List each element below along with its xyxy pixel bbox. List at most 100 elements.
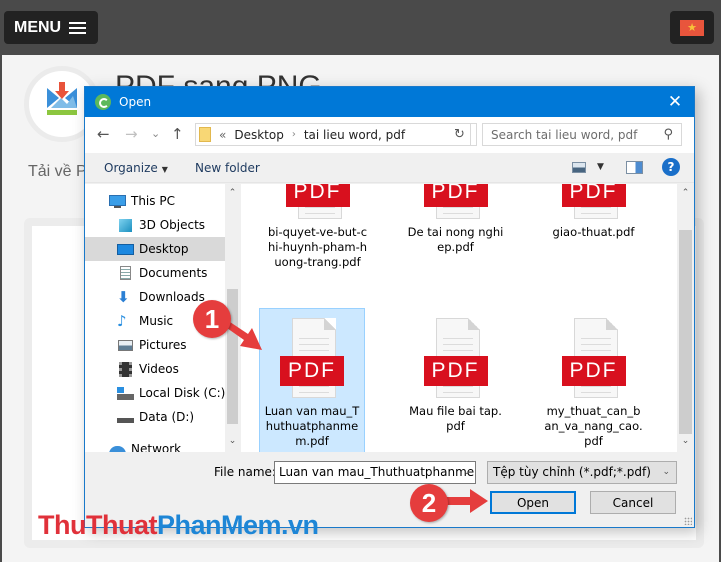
file-name: Luan van mau_Thuthuatphanmem.pdf — [264, 404, 360, 448]
sidebar-item-3d-objects[interactable]: 3D Objects — [85, 213, 227, 237]
file-name: De tai nong nghiep.pdf — [407, 225, 504, 254]
step-1-arrow-icon — [224, 322, 262, 350]
page-subtitle: Tải về P — [28, 163, 87, 180]
file-type-select[interactable]: Tệp tùy chỉnh (*.pdf;*.pdf) ⌄ — [487, 461, 677, 484]
refresh-button[interactable]: ↻ — [449, 123, 471, 146]
music-icon: ♪ — [117, 311, 127, 330]
language-button[interactable]: ★ — [670, 11, 714, 44]
scroll-down-icon[interactable]: ⌄ — [225, 436, 240, 446]
organize-menu[interactable]: Organize ▼ — [104, 161, 168, 175]
sidebar-item-local-disk-c[interactable]: Local Disk (C:) — [85, 381, 227, 405]
close-button[interactable]: ✕ — [660, 87, 690, 117]
vietnam-flag-icon: ★ — [680, 19, 704, 36]
sidebar-label: Pictures — [139, 338, 187, 352]
file-item[interactable]: PDF giao-thuat.pdf — [541, 184, 646, 240]
search-icon: ⚲ — [663, 127, 673, 142]
organize-label: Organize — [104, 161, 158, 175]
sidebar-item-network[interactable]: Network — [85, 437, 227, 452]
file-item[interactable]: PDF my_thuat_can_ban_va_nang_cao.pdf — [541, 318, 646, 449]
recent-locations-chevron-icon[interactable]: ⌄ — [151, 126, 160, 142]
help-icon[interactable]: ? — [662, 158, 680, 176]
hamburger-icon — [69, 21, 87, 34]
breadcrumb-desktop[interactable]: Desktop — [234, 128, 284, 142]
pdf-file-icon: PDF — [423, 318, 488, 398]
drive-icon — [117, 410, 134, 425]
file-name: giao-thuat.pdf — [552, 225, 635, 239]
preview-pane-icon[interactable] — [626, 161, 643, 174]
file-item[interactable]: PDF bi-quyet-ve-but-chi-huynh-pham-huong… — [265, 184, 370, 270]
file-list-scrollbar[interactable]: ⌃ ⌄ — [677, 184, 694, 452]
folder-icon — [199, 127, 211, 142]
caret-down-icon: ▼ — [161, 165, 168, 174]
address-bar[interactable]: « Desktop › tai lieu word, pdf ⌄ — [195, 123, 549, 146]
watermark-red: ThuThuat — [38, 510, 157, 540]
forward-arrow-icon[interactable]: → — [125, 126, 138, 142]
breadcrumb-current-folder[interactable]: tai lieu word, pdf — [304, 128, 405, 142]
file-item-selected[interactable]: PDF Luan van mau_Thuthuatphanmem.pdf — [259, 308, 365, 452]
file-name-label: File name: — [214, 465, 276, 479]
scrollbar-thumb[interactable] — [679, 230, 692, 434]
breadcrumb-overflow[interactable]: « — [219, 128, 226, 142]
download-icon: ⬇ — [117, 287, 130, 306]
cancel-button[interactable]: Cancel — [590, 491, 676, 514]
change-view-icon[interactable] — [572, 162, 586, 173]
resize-grip-icon[interactable] — [684, 517, 692, 525]
up-arrow-icon[interactable]: ↑ — [171, 126, 184, 142]
app-icon — [95, 94, 111, 110]
file-item[interactable]: PDF De tai nong nghiep.pdf — [403, 184, 508, 255]
view-options-caret-icon[interactable]: ▼ — [597, 162, 604, 172]
site-header: MENU ★ — [0, 0, 721, 55]
scroll-down-icon[interactable]: ⌄ — [677, 436, 694, 446]
step-1-badge: 1 — [193, 300, 231, 338]
sidebar-label: Videos — [139, 362, 179, 376]
watermark: ThuThuatPhanMem.vn — [38, 510, 319, 541]
dialog-titlebar[interactable]: Open ✕ — [85, 87, 694, 117]
dialog-title: Open — [119, 95, 152, 109]
sidebar-label: Local Disk (C:) — [139, 386, 226, 400]
back-arrow-icon[interactable]: ← — [97, 126, 110, 142]
pdf-file-icon: PDF — [561, 318, 626, 398]
sidebar-label: Network — [131, 442, 182, 452]
pdf-file-icon: PDF — [285, 184, 350, 219]
drive-icon — [117, 386, 134, 401]
sidebar-label: Desktop — [139, 242, 189, 256]
file-name-input[interactable]: Luan van mau_Thuthuatphanmem — [274, 461, 476, 484]
command-bar: Organize ▼ New folder ▼ ? — [85, 153, 694, 183]
network-icon — [109, 442, 126, 452]
sidebar-item-documents[interactable]: Documents — [85, 261, 227, 285]
file-name: Mau file bai tap.pdf — [409, 404, 502, 433]
sidebar-label: Data (D:) — [139, 410, 195, 424]
video-icon — [117, 361, 134, 377]
scroll-up-icon[interactable]: ⌃ — [225, 188, 240, 198]
sidebar-label: This PC — [131, 194, 175, 208]
file-item[interactable]: PDF Mau file bai tap.pdf — [403, 318, 508, 434]
sidebar-label: Documents — [139, 266, 208, 280]
open-file-dialog: Open ✕ ← → ⌄ ↑ « Desktop › tai lieu word… — [84, 86, 695, 528]
file-name: bi-quyet-ve-but-chi-huynh-pham-huong-tra… — [267, 225, 368, 269]
navigation-bar: ← → ⌄ ↑ « Desktop › tai lieu word, pdf ⌄… — [85, 117, 694, 153]
document-icon — [117, 265, 134, 281]
screen: MENU ★ PDF sang PNG Tải về P Open ✕ ← → … — [0, 0, 721, 562]
sidebar-label: Music — [139, 314, 174, 328]
search-placeholder: Search tai lieu word, pdf — [491, 127, 638, 142]
search-input[interactable]: Search tai lieu word, pdf ⚲ — [482, 123, 682, 146]
sidebar-item-data-d[interactable]: Data (D:) — [85, 405, 227, 429]
menu-label: MENU — [14, 18, 62, 36]
desktop-icon — [117, 242, 134, 257]
new-folder-button[interactable]: New folder — [195, 161, 260, 175]
file-list: PDF bi-quyet-ve-but-chi-huynh-pham-huong… — [241, 184, 694, 452]
chevron-down-icon: ⌄ — [662, 467, 670, 477]
sidebar-item-videos[interactable]: Videos — [85, 357, 227, 381]
menu-button[interactable]: MENU — [4, 11, 98, 44]
scroll-up-icon[interactable]: ⌃ — [677, 188, 694, 198]
computer-icon — [109, 194, 126, 209]
file-name-dropdown-icon[interactable]: ⌄ — [463, 467, 471, 477]
cube-icon — [117, 218, 134, 233]
sidebar-item-this-pc[interactable]: This PC — [85, 189, 227, 213]
sidebar-item-desktop[interactable]: Desktop — [85, 237, 227, 261]
pdf-file-icon: PDF — [561, 184, 626, 219]
pdf-file-icon: PDF — [423, 184, 488, 219]
watermark-blue: PhanMem.vn — [156, 510, 319, 540]
open-button[interactable]: Open — [490, 491, 576, 514]
picture-icon — [117, 338, 134, 353]
